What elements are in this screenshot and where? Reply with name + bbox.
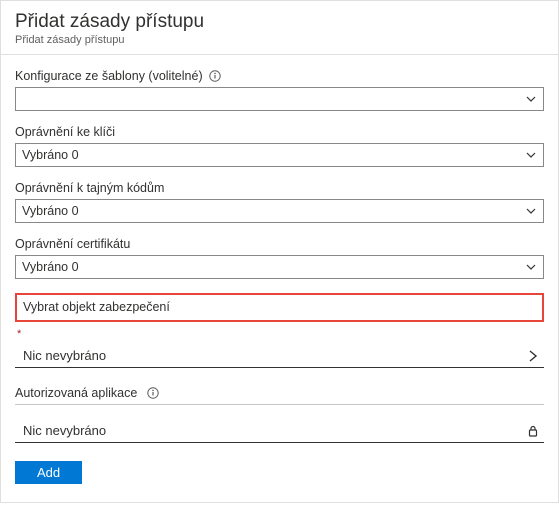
info-icon[interactable] [147, 387, 159, 399]
cert-permissions-select[interactable]: Vybráno 0 [15, 255, 544, 279]
secret-permissions-value: Vybráno 0 [22, 204, 79, 218]
breadcrumb: Přidat zásady přístupu [15, 34, 544, 46]
chevron-down-icon [525, 149, 537, 161]
info-icon[interactable] [209, 70, 221, 82]
select-principal-label: Vybrat objekt zabezpečení [23, 300, 170, 314]
label-cert-permissions: Oprávnění certifikátu [15, 237, 130, 251]
principal-picker-text: Nic nevybráno [23, 348, 526, 363]
field-template: Konfigurace ze šablony (volitelné) [15, 69, 544, 111]
template-select[interactable] [15, 87, 544, 111]
access-policy-panel: Přidat zásady přístupu Přidat zásady pří… [0, 0, 559, 503]
key-permissions-select[interactable]: Vybráno 0 [15, 143, 544, 167]
chevron-right-icon [526, 349, 540, 363]
application-picker[interactable]: Nic nevybráno [15, 417, 544, 443]
principal-picker[interactable]: Nic nevybráno [15, 342, 544, 368]
label-key-permissions: Oprávnění ke klíči [15, 125, 115, 139]
application-picker-text: Nic nevybráno [23, 423, 526, 438]
cert-permissions-value: Vybráno 0 [22, 260, 79, 274]
field-key-permissions: Oprávnění ke klíči Vybráno 0 [15, 125, 544, 167]
panel-body: Konfigurace ze šablony (volitelné) Opráv… [1, 55, 558, 502]
chevron-down-icon [525, 205, 537, 217]
field-cert-permissions: Oprávnění certifikátu Vybráno 0 [15, 237, 544, 279]
required-mark: * [17, 328, 544, 340]
key-permissions-value: Vybráno 0 [22, 148, 79, 162]
add-button[interactable]: Add [15, 461, 82, 484]
chevron-down-icon [525, 261, 537, 273]
page-title: Přidat zásady přístupu [15, 11, 544, 33]
lock-icon [526, 424, 540, 438]
label-secret-permissions: Oprávnění k tajným kódům [15, 181, 164, 195]
secret-permissions-select[interactable]: Vybráno 0 [15, 199, 544, 223]
field-secret-permissions: Oprávnění k tajným kódům Vybráno 0 [15, 181, 544, 223]
panel-header: Přidat zásady přístupu Přidat zásady pří… [1, 1, 558, 54]
chevron-down-icon [525, 93, 537, 105]
select-principal-highlight: Vybrat objekt zabezpečení [15, 293, 544, 322]
authorized-app-label: Autorizovaná aplikace [15, 386, 137, 400]
label-template: Konfigurace ze šablony (volitelné) [15, 69, 203, 83]
authorized-app-row: Autorizovaná aplikace [15, 386, 544, 405]
